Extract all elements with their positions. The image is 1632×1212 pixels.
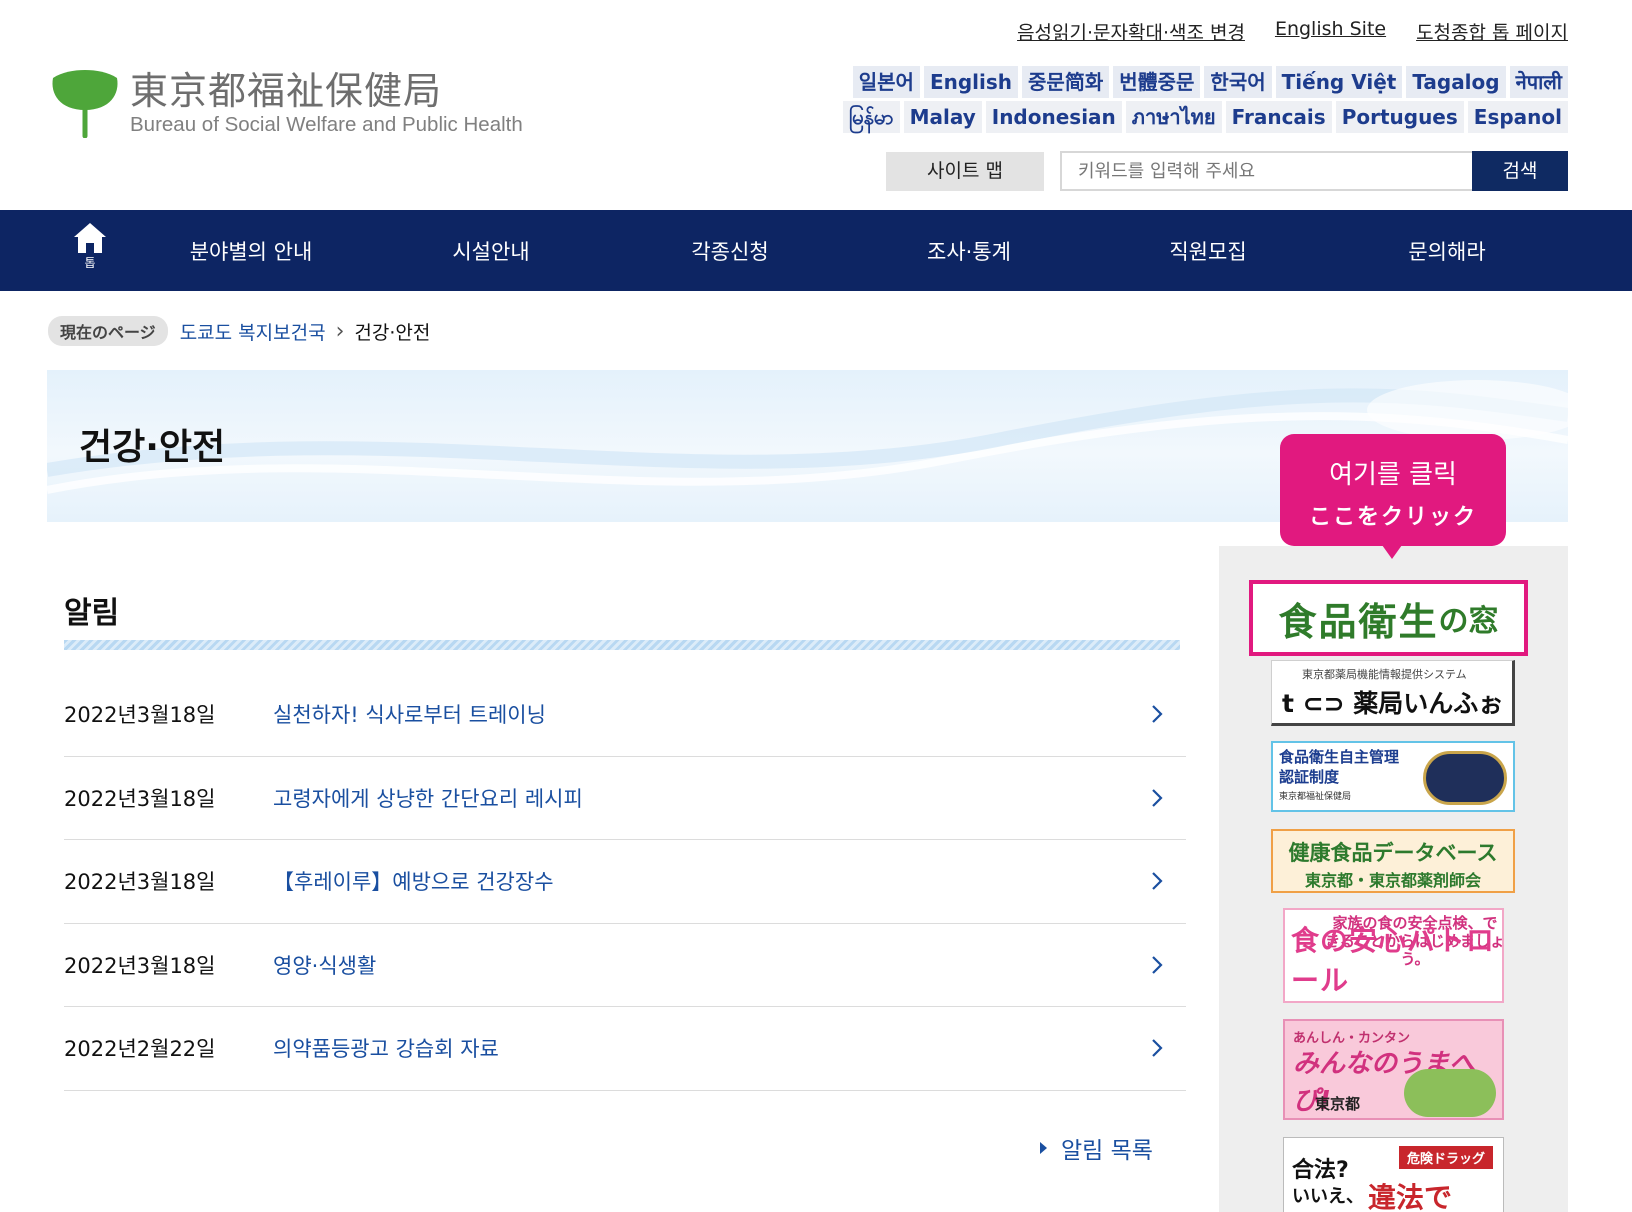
chevron-right-icon: › (335, 318, 345, 344)
certification-line1: 食品衛生自主管理 (1279, 748, 1400, 766)
news-date: 2022년3월18일 (64, 953, 216, 978)
nav-item-applications[interactable]: 각종신청 (691, 236, 768, 266)
pharmacy-info-banner[interactable]: 東京都薬局機能情報提供システム t ⊂⊃ 薬局いんふぉ (1271, 660, 1515, 726)
breadcrumb-current: 건강·안전 (354, 321, 431, 344)
lang-nepali[interactable]: नेपाली (1509, 66, 1568, 98)
news-heading: 알림 (64, 596, 120, 631)
health-food-database-banner[interactable]: 健康食品データベース 東京都・東京都薬剤師会 (1271, 829, 1515, 893)
chevron-right-icon (1152, 1039, 1163, 1057)
lang-chinese-traditional[interactable]: 번體중문 (1113, 66, 1201, 98)
news-item[interactable]: 2022년3월18일 고령자에게 상냥한 간단요리 레시피 (64, 757, 1186, 840)
page-title: 건강·안전 (79, 427, 226, 468)
news-date: 2022년2월22일 (64, 1037, 216, 1062)
news-divider (64, 640, 1180, 650)
chevron-right-icon (1152, 788, 1163, 807)
language-row-1: 일본어 English 중문简화 번體중문 한국어 Tiếng Việt Tag… (852, 66, 1568, 98)
lang-burmese[interactable]: မြန်မာ (842, 101, 900, 133)
nav-home[interactable]: 톱 (70, 220, 110, 271)
nav-item-facilities[interactable]: 시설안내 (452, 236, 529, 266)
dangerous-drug-banner[interactable]: 合法? 危険ドラッグ いいえ、 違法です!! (1283, 1137, 1504, 1212)
health-db-subtitle: 東京都・東京都薬剤師会 (1304, 871, 1481, 890)
lang-portuguese[interactable]: Portugues (1335, 101, 1464, 133)
news-item[interactable]: 2022년3월18일 【후레이루】예방으로 건강장수 (64, 840, 1186, 924)
search-button[interactable]: 검색 (1472, 151, 1568, 191)
lang-thai[interactable]: ภาษาไทย (1125, 101, 1222, 133)
language-row-2: မြန်မာ Malay Indonesian ภาษาไทย Francais… (842, 101, 1568, 133)
nav-item-statistics[interactable]: 조사·통계 (927, 236, 1011, 266)
callout-pointer-icon (1382, 545, 1402, 559)
news-link[interactable]: 실천하자! 식사로부터 트레이닝 (273, 699, 546, 729)
food-plate-icon (1404, 1069, 1496, 1117)
food-safety-patrol-banner[interactable]: 家族の食の安全点検、できることからはじめましょう。 食の安心パトロール (1283, 908, 1504, 1003)
lang-tagalog[interactable]: Tagalog (1406, 66, 1506, 98)
lang-indonesian[interactable]: Indonesian (985, 101, 1122, 133)
news-list: 2022년3월18일 실천하자! 식사로부터 트레이닝 2022년3월18일 고… (64, 673, 1186, 1091)
breadcrumb-parent-link[interactable]: 도쿄도 복지보건국 (180, 318, 326, 345)
sitemap-button[interactable]: 사이트 맵 (886, 152, 1044, 191)
news-link[interactable]: 영양·식생활 (273, 950, 376, 980)
chevron-right-icon (1152, 705, 1163, 723)
minna-org: 東京都 (1315, 1095, 1361, 1113)
callout-korean: 여기를 클릭 (1329, 460, 1457, 490)
search-input[interactable] (1060, 151, 1472, 191)
language-selector: 일본어 English 중문简화 번體중문 한국어 Tiếng Việt Tag… (842, 66, 1568, 136)
news-list-link-label: 알림 목록 (1061, 1138, 1153, 1164)
food-hygiene-suffix: の窓 (1438, 604, 1499, 639)
certification-line2: 認証制度 (1279, 768, 1340, 786)
home-icon (74, 223, 106, 253)
certification-org: 東京都福祉保健局 (1279, 792, 1352, 802)
nav-home-label: 톱 (84, 256, 96, 270)
tokyo-top-link[interactable]: 도청종합 톱 페이지 (1416, 18, 1568, 45)
main-nav: 톱 분야별의 안내 시설안내 각종신청 조사·통계 직원모집 문의해라 (0, 210, 1632, 291)
click-here-callout: 여기를 클릭 ここをクリック (1280, 434, 1506, 546)
news-item[interactable]: 2022년3월18일 영양·식생활 (64, 924, 1186, 1007)
ginkgo-leaf-icon (52, 70, 118, 138)
logo-english: Bureau of Social Welfare and Public Heal… (130, 113, 523, 136)
utility-links: 음성읽기·문자확대·색조 변경 English Site 도청종합 톱 페이지 (1017, 18, 1568, 45)
news-link[interactable]: 고령자에게 상냥한 간단요리 레시피 (273, 783, 583, 813)
certification-seal-icon (1423, 751, 1507, 805)
drug-question: 合法? (1292, 1158, 1349, 1183)
minna-recipe-banner[interactable]: あんしん・カンタン みんなのうまへぴ! 東京都 (1283, 1019, 1504, 1120)
breadcrumb-badge: 現在のページ (48, 316, 168, 346)
nav-item-contact[interactable]: 문의해라 (1408, 236, 1485, 266)
patrol-title: 食の安心パトロール (1291, 924, 1495, 997)
news-link[interactable]: 의약품등광고 강습회 자료 (273, 1033, 499, 1063)
news-item[interactable]: 2022년2월22일 의약품등광고 강습회 자료 (64, 1007, 1186, 1091)
drug-answer: いいえ、 (1292, 1186, 1364, 1207)
lang-english[interactable]: English (923, 66, 1019, 98)
nav-item-recruitment[interactable]: 직원모집 (1169, 236, 1246, 266)
news-list-link[interactable]: 알림 목록 (1040, 1131, 1153, 1165)
lang-vietnamese[interactable]: Tiếng Việt (1275, 66, 1403, 98)
lang-japanese[interactable]: 일본어 (852, 66, 920, 98)
food-hygiene-window-banner[interactable]: 食品衛生 の窓 (1249, 580, 1528, 656)
callout-japanese: ここをクリック (1308, 505, 1477, 530)
news-date: 2022년3월18일 (64, 703, 216, 728)
news-item[interactable]: 2022년3월18일 실천하자! 식사로부터 트레이닝 (64, 673, 1186, 757)
lang-spanish[interactable]: Espanol (1467, 101, 1568, 133)
accessibility-link[interactable]: 음성읽기·문자확대·색조 변경 (1017, 18, 1245, 45)
breadcrumb: 現在のページ 도쿄도 복지보건국 › 건강·안전 (48, 316, 430, 346)
logo-japanese: 東京都福祉保健局 (130, 69, 443, 113)
site-logo[interactable]: 東京都福祉保健局 Bureau of Social Welfare and Pu… (50, 70, 523, 138)
chevron-right-icon (1152, 872, 1163, 890)
english-site-link[interactable]: English Site (1275, 18, 1386, 45)
drug-illegal-text: 違法です!! (1368, 1181, 1453, 1212)
lang-chinese-simplified[interactable]: 중문简화 (1022, 66, 1110, 98)
health-db-title: 健康食品データベース (1288, 841, 1498, 865)
news-date: 2022년3월18일 (64, 870, 216, 895)
lang-malay[interactable]: Malay (903, 101, 982, 133)
lang-korean[interactable]: 한국어 (1204, 66, 1272, 98)
drug-tag: 危険ドラッグ (1398, 1146, 1493, 1169)
nav-item-field-guide[interactable]: 분야별의 안내 (190, 236, 313, 266)
pharmacy-banner-subtitle: 東京都薬局機能情報提供システム (1302, 668, 1467, 681)
news-date: 2022년3월18일 (64, 786, 216, 811)
pharmacy-banner-title: t ⊂⊃ 薬局いんふぉ (1282, 689, 1504, 718)
food-hygiene-text: 食品衛生 (1278, 599, 1439, 644)
lang-french[interactable]: Francais (1225, 101, 1332, 133)
news-link[interactable]: 【후레이루】예방으로 건강장수 (273, 866, 554, 896)
triangle-right-icon (1040, 1142, 1047, 1154)
chevron-right-icon (1152, 955, 1163, 974)
food-certification-banner[interactable]: 食品衛生自主管理 認証制度 東京都福祉保健局 (1271, 741, 1515, 812)
